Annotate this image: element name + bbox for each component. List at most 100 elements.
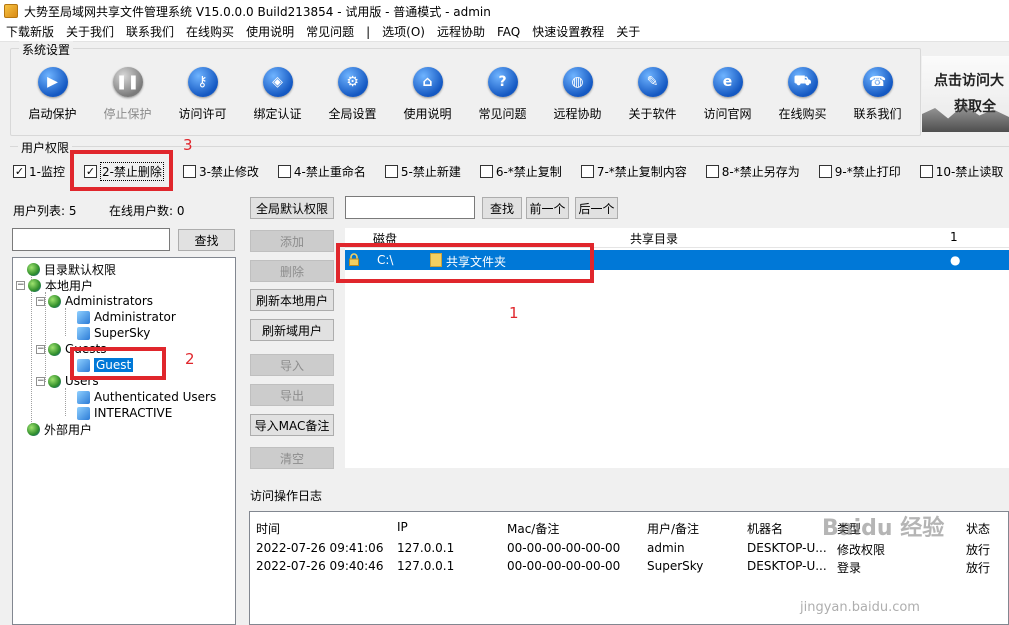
tool-label: 使用说明 <box>403 107 452 121</box>
menu-remote[interactable]: 远程协助 <box>437 23 485 40</box>
col-share-dir[interactable]: 共享目录 <box>630 230 678 247</box>
stop-protection-button[interactable]: ❚❚ 停止保护 <box>90 67 165 125</box>
globe-icon <box>27 262 40 276</box>
access-permit-button[interactable]: ⚷ 访问许可 <box>165 67 240 125</box>
perm-no-copy-content[interactable]: 7-*禁止复制内容 <box>580 162 687 181</box>
log-cell: 127.0.0.1 <box>397 541 455 555</box>
export-button[interactable]: 导出 <box>250 384 334 406</box>
bind-auth-button[interactable]: ◈ 绑定认证 <box>240 67 315 125</box>
menu-about-us[interactable]: 关于我们 <box>66 23 114 40</box>
user-search-input[interactable] <box>12 228 170 251</box>
perm-no-create[interactable]: 5-禁止新建 <box>384 162 461 181</box>
clear-button[interactable]: 清空 <box>250 447 334 469</box>
perm-no-rename[interactable]: 4-禁止重命名 <box>277 162 366 181</box>
refresh-local-users-button[interactable]: 刷新本地用户 <box>250 289 334 311</box>
watermark-url: jingyan.baidu.com <box>800 600 920 615</box>
user-search-button[interactable]: 查找 <box>178 229 235 251</box>
tool-label: 联系我们 <box>853 107 902 121</box>
checkbox[interactable] <box>479 165 493 178</box>
menu-buy-online[interactable]: 在线购买 <box>186 23 234 40</box>
menu-download[interactable]: 下载新版 <box>6 23 54 40</box>
start-protection-button[interactable]: ▶ 启动保护 <box>15 67 90 125</box>
system-toolbar: ▶ 启动保护 ❚❚ 停止保护 ⚷ 访问许可 ◈ 绑定认证 ⚙ 全局设置 ⌂ 使用说明 ? 常见… <box>15 67 915 125</box>
collapse-toggle[interactable]: − <box>36 344 45 354</box>
perm-no-read[interactable]: 10-禁止读取 <box>919 162 1004 181</box>
tree-user-supersky[interactable]: SuperSky <box>77 325 150 341</box>
title-bar: 大势至局域网共享文件管理系统 V15.0.0.0 Build213854 - 试… <box>0 0 1009 22</box>
log-cell: admin <box>647 541 685 555</box>
log-col-status[interactable]: 状态 <box>966 520 990 537</box>
tree-local-users[interactable]: − 本地用户 <box>16 277 93 293</box>
menu-faq-cn[interactable]: 常见问题 <box>306 23 354 40</box>
buy-online-button[interactable]: ⛟ 在线购买 <box>765 67 840 125</box>
tree-dir-default[interactable]: 目录默认权限 <box>27 261 116 277</box>
about-software-button[interactable]: ✎ 关于软件 <box>615 67 690 125</box>
perm-no-modify[interactable]: 3-禁止修改 <box>182 162 259 181</box>
menu-usage[interactable]: 使用说明 <box>246 23 294 40</box>
contact-us-button[interactable]: ☎ 联系我们 <box>840 67 915 125</box>
add-button[interactable]: 添加 <box>250 230 334 252</box>
perm-no-print[interactable]: 9-*禁止打印 <box>818 162 901 181</box>
remote-assist-button[interactable]: ◍ 远程协助 <box>540 67 615 125</box>
menu-options[interactable]: 选项(O) <box>382 23 425 40</box>
faq-button[interactable]: ? 常见问题 <box>465 67 540 125</box>
perm-no-copy[interactable]: 6-*禁止复制 <box>479 162 562 181</box>
collapse-toggle[interactable]: − <box>36 376 45 386</box>
tree-user-administrator[interactable]: Administrator <box>77 309 176 325</box>
perm-label: 10-禁止读取 <box>935 165 1004 179</box>
document-icon: ✎ <box>637 67 668 97</box>
user-tree[interactable]: 目录默认权限 − 本地用户 − Administrators Administrat… <box>12 257 236 625</box>
perm-monitor[interactable]: ✓ 1-监控 <box>13 162 65 181</box>
app-icon <box>4 4 18 18</box>
perm-label: 6-*禁止复制 <box>495 165 562 179</box>
menu-about[interactable]: 关于 <box>616 23 640 40</box>
refresh-domain-users-button[interactable]: 刷新域用户 <box>250 319 334 341</box>
tree-label: INTERACTIVE <box>94 406 173 420</box>
checkbox[interactable] <box>384 165 398 178</box>
checkbox[interactable] <box>182 165 196 178</box>
checkbox[interactable] <box>705 165 719 178</box>
checkbox-checked[interactable]: ✓ <box>13 165 26 178</box>
delete-button[interactable]: 删除 <box>250 260 334 282</box>
log-col-user[interactable]: 用户/备注 <box>647 520 699 537</box>
perm-label: 1-监控 <box>29 165 65 179</box>
tree-external-users[interactable]: 外部用户 <box>27 421 92 437</box>
collapse-toggle[interactable]: − <box>36 296 45 306</box>
menu-separator: | <box>366 24 371 39</box>
import-button[interactable]: 导入 <box>250 354 334 376</box>
log-col-machine[interactable]: 机器名 <box>747 520 783 537</box>
global-default-permission-button[interactable]: 全局默认权限 <box>250 197 334 219</box>
menu-quick-setup[interactable]: 快速设置教程 <box>532 23 604 40</box>
collapse-toggle[interactable]: − <box>16 280 25 290</box>
usage-guide-button[interactable]: ⌂ 使用说明 <box>390 67 465 125</box>
log-col-mac[interactable]: Mac/备注 <box>507 520 559 537</box>
ad-banner[interactable]: 点击访问大 获取全 <box>922 56 1009 132</box>
menu-contact[interactable]: 联系我们 <box>126 23 174 40</box>
online-count-label: 在线用户数: 0 <box>109 204 185 218</box>
tree-line <box>65 388 66 416</box>
next-button[interactable]: 后一个 <box>575 197 618 219</box>
log-cell: 2022-07-26 09:40:46 <box>256 559 384 573</box>
tree-user-interactive[interactable]: INTERACTIVE <box>77 405 172 421</box>
tree-administrators[interactable]: − Administrators <box>36 293 153 309</box>
prev-button[interactable]: 前一个 <box>526 197 569 219</box>
annotation-box-1 <box>336 243 594 283</box>
tree-user-authenticated[interactable]: Authenticated Users <box>77 389 216 405</box>
checkbox[interactable] <box>818 165 832 178</box>
checkbox[interactable] <box>919 165 933 178</box>
log-col-time[interactable]: 时间 <box>256 520 280 537</box>
checkbox[interactable] <box>277 165 291 178</box>
col-1[interactable]: 1 <box>950 230 958 244</box>
key-icon: ⚷ <box>187 67 218 97</box>
share-search-input[interactable] <box>345 196 475 219</box>
log-col-ip[interactable]: IP <box>397 520 408 534</box>
visit-website-button[interactable]: e 访问官网 <box>690 67 765 125</box>
checkbox[interactable] <box>580 165 594 178</box>
log-cell: 00-00-00-00-00-00 <box>507 541 621 555</box>
phone-icon: ☎ <box>862 67 893 97</box>
share-search-button[interactable]: 查找 <box>482 197 522 219</box>
menu-faq[interactable]: FAQ <box>497 25 520 39</box>
global-settings-button[interactable]: ⚙ 全局设置 <box>315 67 390 125</box>
perm-no-save-as[interactable]: 8-*禁止另存为 <box>705 162 800 181</box>
import-mac-button[interactable]: 导入MAC备注 <box>250 414 334 436</box>
